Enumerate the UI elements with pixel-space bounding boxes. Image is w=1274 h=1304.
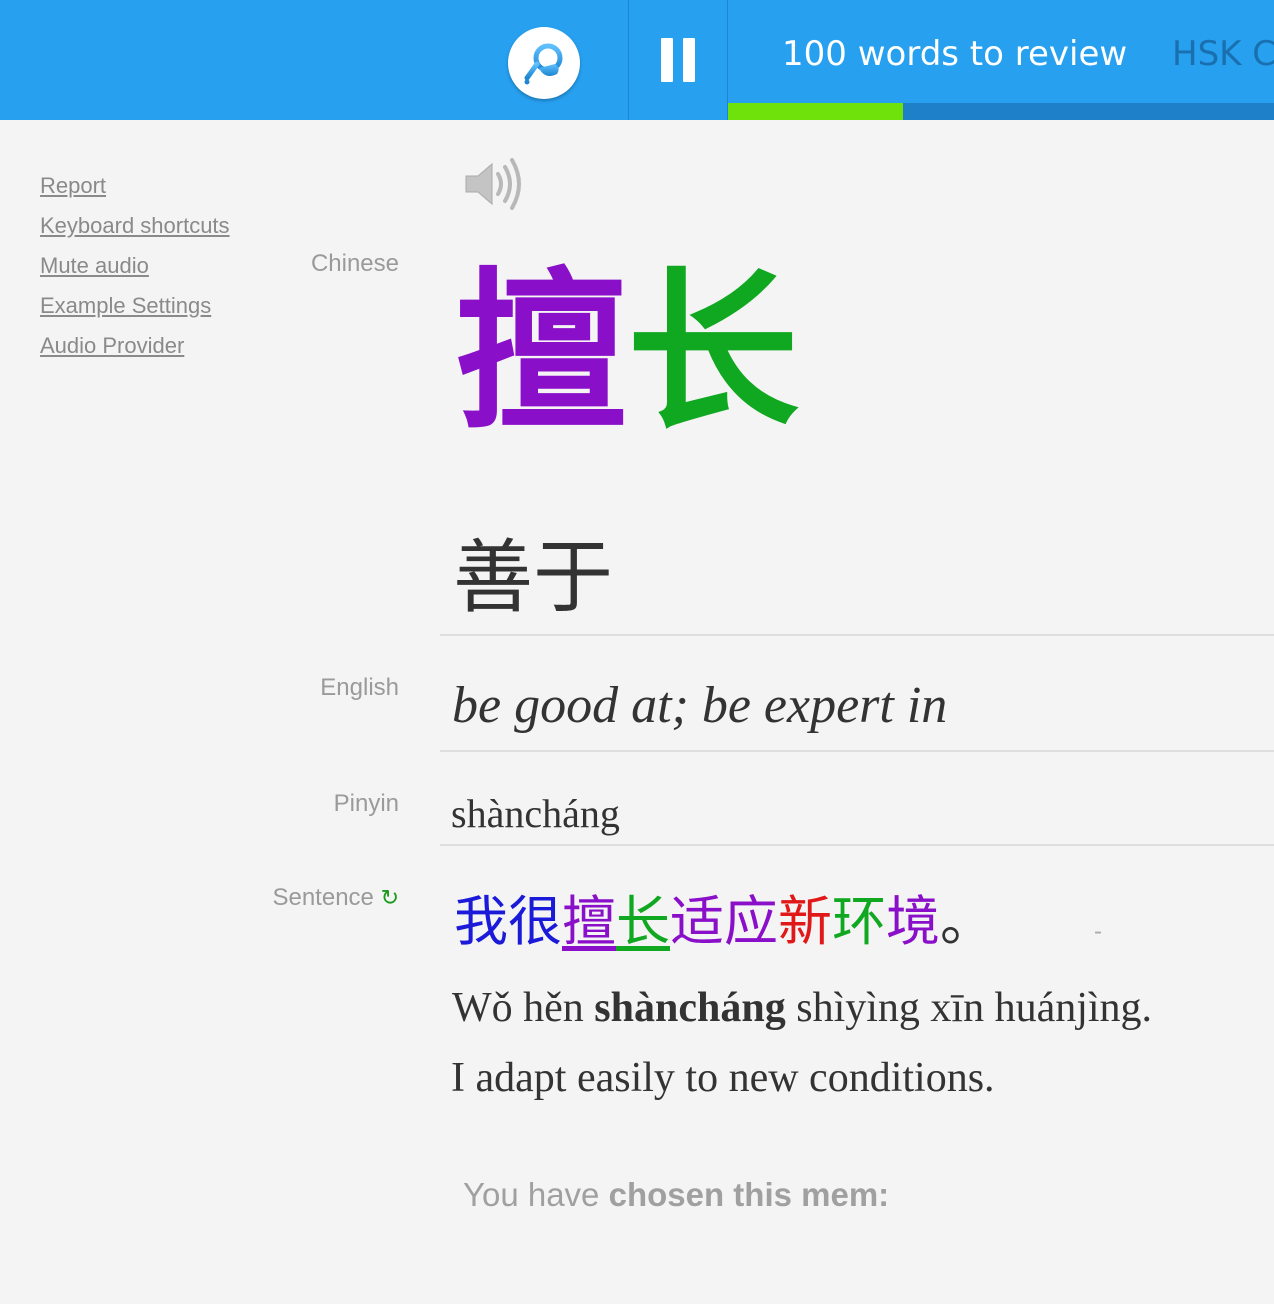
sentence-char: 境 <box>886 890 940 953</box>
sentence-char: 新 <box>778 890 832 953</box>
example-settings-link[interactable]: Example Settings <box>40 286 230 326</box>
definition-hanzi: 善于 <box>453 531 613 624</box>
progress-fill <box>728 103 903 120</box>
sentence-label-text: Sentence <box>272 884 374 911</box>
sentence-char: 擅 <box>562 890 616 953</box>
sentence-pinyin-before: Wǒ hěn <box>452 985 595 1031</box>
sentence-translation: I adapt easily to new conditions. <box>451 1055 995 1101</box>
sentence-char: 。 <box>940 890 994 953</box>
sentence-char: 长 <box>616 890 670 953</box>
mute-audio-link[interactable]: Mute audio <box>40 246 230 286</box>
sentence-pinyin-target: shàncháng <box>594 985 786 1031</box>
sentence-char: 很 <box>508 890 562 953</box>
example-sentence: 我很擅长适应新环境。 <box>454 884 994 960</box>
mem-prefix: You have <box>463 1176 609 1213</box>
watering-can-button[interactable] <box>508 27 580 99</box>
pinyin-label: Pinyin <box>333 790 399 817</box>
divider <box>440 844 1274 846</box>
sentence-char: 应 <box>724 890 778 953</box>
sentence-pinyin-after: shìyìng xīn huánjìng. <box>785 985 1153 1031</box>
audio-provider-link[interactable]: Audio Provider <box>40 326 230 366</box>
sidebar-links: Report Keyboard shortcuts Mute audio Exa… <box>40 166 230 366</box>
word-pinyin: shàncháng <box>451 791 620 836</box>
speaker-button[interactable] <box>462 154 524 214</box>
sentence-label: Sentence ↻ <box>272 884 399 912</box>
divider <box>440 750 1274 752</box>
chinese-label: Chinese <box>310 250 399 277</box>
word-hanzi: 擅长 <box>455 252 799 452</box>
keyboard-shortcuts-link[interactable]: Keyboard shortcuts <box>40 206 230 246</box>
sentence-char: 环 <box>832 890 886 953</box>
divider <box>727 0 728 120</box>
sentence-char: 我 <box>454 890 508 953</box>
english-definition: be good at; be expert in <box>452 677 948 734</box>
course-title[interactable]: HSK C <box>1172 34 1274 74</box>
top-bar: 100 words to review HSK C <box>0 0 1274 120</box>
sentence-char: 适 <box>670 890 724 953</box>
sentence-pinyin: Wǒ hěn shàncháng shìyìng xīn huánjìng. <box>452 984 1152 1032</box>
pause-button[interactable] <box>629 0 727 120</box>
divider <box>440 634 1274 636</box>
sentence-dash: - <box>1094 918 1102 945</box>
watering-can-icon <box>524 43 563 85</box>
word-char: 擅 <box>455 250 627 453</box>
word-char: 长 <box>627 250 799 453</box>
report-link[interactable]: Report <box>40 166 230 206</box>
mem-bold: chosen this mem: <box>608 1176 890 1213</box>
progress-bar <box>728 103 1274 120</box>
refresh-sentence-icon[interactable]: ↻ <box>381 885 399 910</box>
speaker-icon <box>465 158 521 210</box>
pause-icon <box>656 38 700 82</box>
english-label: English <box>320 674 399 701</box>
words-to-review[interactable]: 100 words to review <box>782 34 1127 74</box>
mem-heading: You have chosen this mem: <box>463 1176 889 1214</box>
